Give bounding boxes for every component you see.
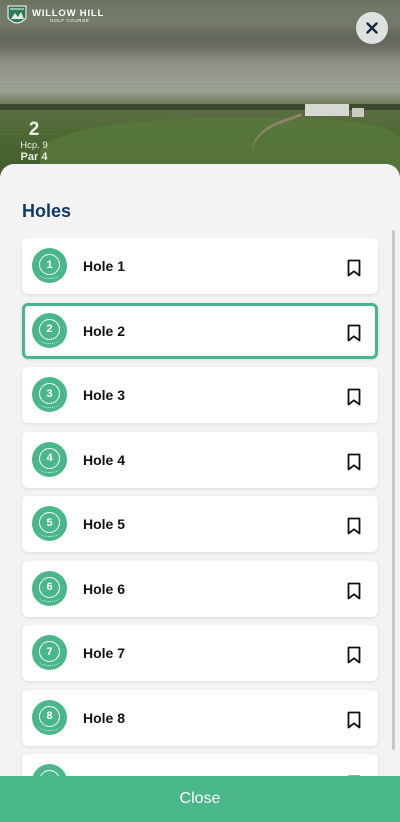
golf-ball-icon [39,528,60,537]
golf-ball-icon [39,399,60,408]
hole-label: Hole 3 [83,387,126,403]
bookmark-icon[interactable] [347,324,361,342]
current-hole-handicap: Hcp. 9 [20,140,48,151]
hole-number-badge: 1 [32,248,67,283]
logo-subtitle: GOLF COURSE [50,18,90,23]
willow-hill-logo-icon [7,5,27,24]
hole-label: Hole 5 [83,516,126,532]
bookmark-icon[interactable] [347,517,361,535]
hole-card[interactable]: 1 Hole 1 [22,238,378,294]
hole-card[interactable]: 5 Hole 5 [22,496,378,552]
current-hole-number: 2 [28,119,40,140]
hole-card[interactable]: 3 Hole 3 [22,367,378,423]
current-hole-par: Par 4 [20,150,48,163]
golf-ball-icon [39,270,60,279]
hole-number-badge: 2 [32,312,67,348]
holes-sheet: Holes 1 Hole 1 2 Hole 2 3 Hole 3 4 Hole 4 5 Hole … [0,164,400,822]
golf-ball-icon [39,722,60,731]
bookmark-icon[interactable] [347,582,361,600]
hole-label: Hole 2 [83,322,126,339]
hole-card[interactable]: 2 Hole 2 [22,302,378,359]
hole-card[interactable]: 8 Hole 8 [22,689,378,746]
close-x-button[interactable] [356,12,388,44]
hole-label: Hole 6 [83,580,126,597]
course-logo: WILLOW HILL GOLF COURSE [6,4,104,28]
close-icon [366,22,378,34]
sky [0,28,400,54]
hole-card[interactable]: 6 Hole 6 [22,560,378,617]
hole-label: Hole 4 [83,451,126,468]
logo-title: WILLOW HILL [32,7,105,19]
hole-number-badge: 7 [32,635,67,670]
hole-card[interactable]: 7 Hole 7 [22,625,378,681]
hole-label: Hole 1 [83,258,126,274]
bookmark-icon[interactable] [347,711,361,729]
hole-photo: WILLOW HILL GOLF COURSE 2 Hcp. 9 Par 4 [0,0,400,175]
hole-card[interactable]: 4 Hole 4 [22,431,378,488]
golf-ball-icon [39,593,60,602]
hole-number-badge: 3 [32,377,67,412]
hole-list: 1 Hole 1 2 Hole 2 3 Hole 3 4 Hole 4 5 Hole 5 6 Hole… [22,238,378,819]
hole-number-badge: 4 [32,441,67,477]
golf-ball-icon [39,335,60,344]
hole-label: Hole 7 [83,645,126,661]
clubhouse [305,104,349,116]
current-hole-info: 2 Hcp. 9 Par 4 [16,120,52,163]
scrollbar[interactable] [392,230,395,750]
hole-label: Hole 8 [83,709,126,726]
bookmark-icon[interactable] [347,453,361,471]
bookmark-icon[interactable] [347,646,361,664]
golf-ball-icon [39,464,60,473]
golf-ball-icon [39,657,60,666]
hole-number-badge: 8 [32,699,67,735]
close-button-label: Close [179,790,221,807]
sheet-title: Holes [22,201,72,221]
hole-number-badge: 6 [32,570,67,606]
hole-number-badge: 5 [32,506,67,541]
outbuilding [352,108,364,117]
close-button[interactable]: Close [0,776,400,822]
bookmark-icon[interactable] [347,388,361,406]
bookmark-icon[interactable] [347,259,361,277]
